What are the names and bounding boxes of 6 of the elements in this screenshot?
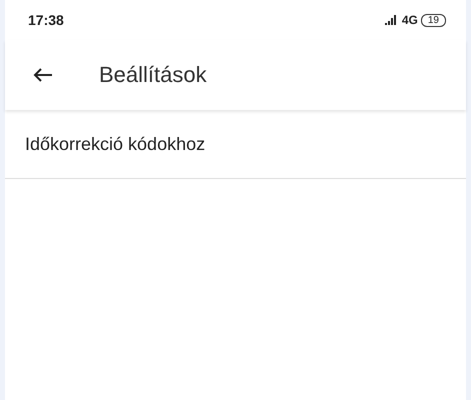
battery-level: 19 [420,14,446,26]
settings-item[interactable]: Időkorrekció kódokhoz [5,110,466,179]
screen-title: Beállítások [99,62,207,88]
signal-icon [384,15,399,25]
network-type: 4G [402,13,418,27]
status-time: 17:38 [28,12,64,28]
